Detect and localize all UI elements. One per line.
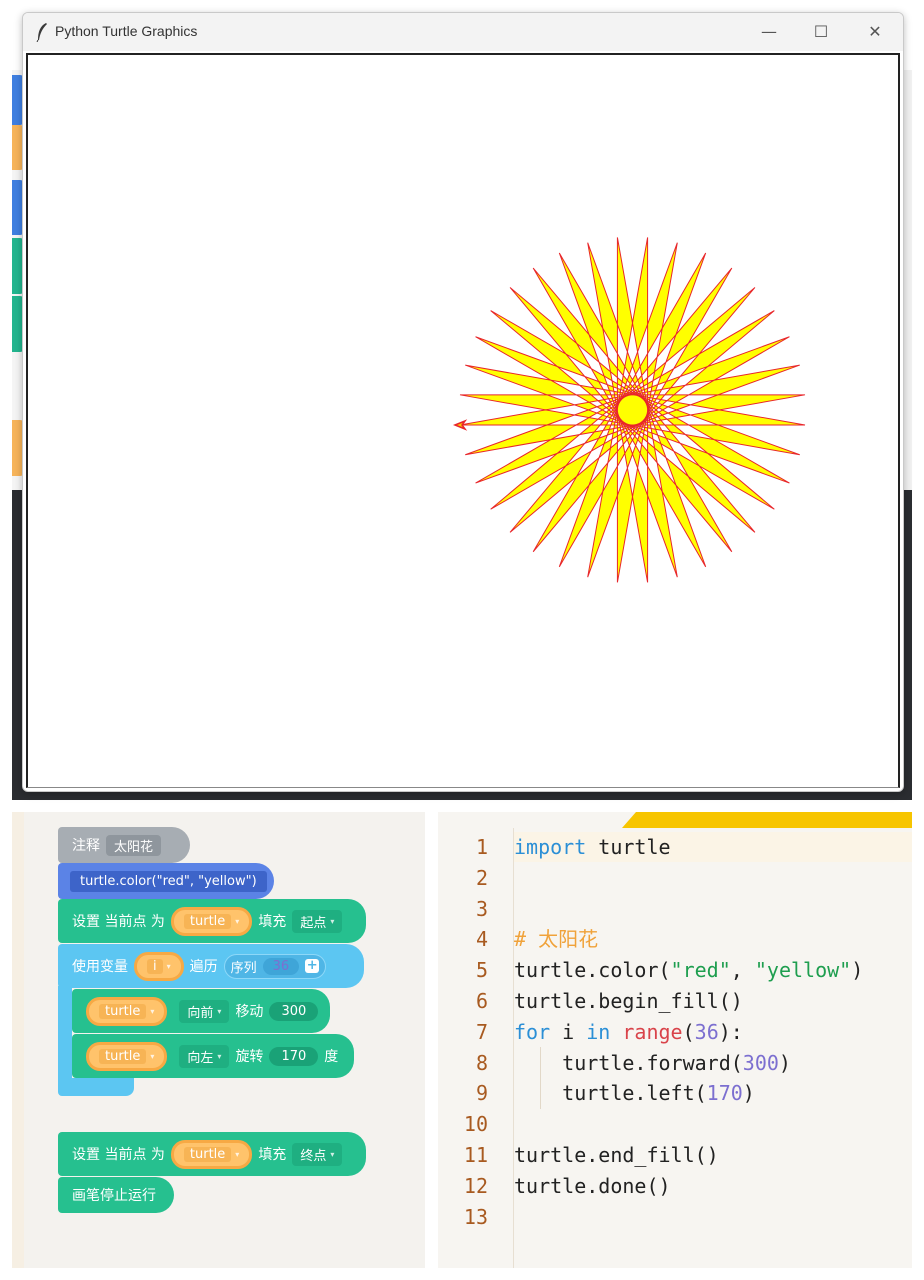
code-line[interactable]: 12 turtle.done() — [438, 1171, 912, 1202]
line-number: 12 — [463, 1173, 488, 1198]
feather-icon — [36, 23, 47, 42]
code-line[interactable]: 11 turtle.end_fill() — [438, 1140, 912, 1171]
stop-pen-label: 画笔停止运行 — [72, 1188, 156, 1204]
line-number: 11 — [463, 1143, 488, 1167]
code-text: turtle.color("red", "yellow") — [514, 958, 864, 983]
set-point-label: 设置 当前点 为 — [72, 914, 165, 930]
sunflower-drawing — [452, 237, 806, 583]
loop-block-foot — [58, 1078, 134, 1096]
stop-pen-block[interactable]: 画笔停止运行 — [58, 1177, 174, 1213]
minimize-icon[interactable]: — — [757, 21, 781, 43]
angle-input[interactable]: 170 — [269, 1046, 319, 1066]
code-line-block[interactable]: turtle.color("red", "yellow") — [58, 863, 274, 899]
turtle-object-dropdown[interactable]: turtle ▾ — [170, 906, 253, 936]
code-text: for i in range(36): — [514, 1019, 743, 1044]
direction-dropdown[interactable]: 向左 ▾ — [179, 1044, 230, 1068]
chevron-down-icon: ▾ — [217, 1051, 222, 1061]
turtle-canvas[interactable] — [26, 53, 900, 788]
line-number: 3 — [475, 896, 488, 921]
code-line[interactable]: 3 — [438, 894, 912, 925]
line-number: 2 — [475, 865, 488, 890]
code-line[interactable]: 2 — [438, 863, 912, 894]
code-text: turtle.end_fill() — [514, 1143, 719, 1167]
line-number: 4 — [475, 927, 488, 952]
code-line[interactable]: 9 turtle.left(170) — [438, 1078, 912, 1109]
maximize-icon[interactable]: ☐ — [809, 21, 833, 43]
fill-point-dropdown[interactable]: 起点 ▾ — [292, 909, 343, 933]
code-text: import turtle — [514, 835, 671, 859]
line-number: 9 — [475, 1081, 488, 1106]
chevron-down-icon: ▾ — [166, 961, 171, 971]
fill-point-dropdown[interactable]: 终点 ▾ — [292, 1142, 343, 1166]
iterate-label: 遍历 — [189, 959, 218, 975]
degree-label: 度 — [324, 1049, 339, 1065]
rotate-label: 旋转 — [235, 1049, 264, 1065]
comment-label: 注释 — [72, 838, 100, 854]
code-line[interactable]: 13 — [438, 1202, 912, 1233]
code-line[interactable]: 7 for i in range(36): — [438, 1017, 912, 1048]
move-label: 移动 — [235, 1004, 264, 1020]
editor-tab-bar — [438, 812, 912, 828]
line-number: 10 — [463, 1112, 488, 1137]
line-number: 13 — [463, 1204, 488, 1229]
set-fill-end-block[interactable]: 设置 当前点 为 turtle ▾ 填充 终点 ▾ — [58, 1132, 366, 1176]
code-line[interactable]: 4 # 太阳花 — [438, 924, 912, 955]
chevron-down-icon: ▾ — [235, 916, 240, 926]
code-line[interactable]: 1 import turtle — [438, 832, 912, 863]
code-text: # 太阳花 — [514, 927, 599, 952]
line-number: 5 — [475, 958, 488, 983]
loop-variable-dropdown[interactable]: i ▾ — [134, 951, 184, 981]
set-fill-start-block[interactable]: 设置 当前点 为 turtle ▾ 填充 起点 ▾ — [58, 899, 366, 943]
turtle-object-dropdown[interactable]: turtle ▾ — [86, 996, 168, 1026]
direction-dropdown[interactable]: 向前 ▾ — [179, 999, 230, 1023]
turtle-graphics-window[interactable]: Python Turtle Graphics — ☐ ✕ — [22, 12, 904, 792]
loop-variable-label: 使用变量 — [72, 959, 128, 975]
blocks-editor-panel[interactable]: 注释 太阳花 turtle.color("red", "yellow") 设置 … — [12, 812, 425, 1268]
plus-icon[interactable]: + — [305, 959, 320, 973]
line-number: 7 — [475, 1019, 488, 1044]
code-line-value[interactable]: turtle.color("red", "yellow") — [70, 870, 267, 892]
turtle-object-dropdown[interactable]: turtle ▾ — [170, 1139, 253, 1169]
loop-block-arm — [58, 986, 72, 1084]
chevron-down-icon: ▾ — [330, 1149, 335, 1159]
for-loop-block[interactable]: 使用变量 i ▾ 遍历 序列 36 + — [58, 944, 364, 988]
chevron-down-icon: ▾ — [150, 1006, 155, 1016]
chevron-down-icon: ▾ — [150, 1051, 155, 1061]
sunflower-star-path — [459, 237, 806, 583]
fill-label: 填充 — [258, 914, 287, 930]
fill-label: 填充 — [258, 1147, 287, 1163]
chevron-down-icon: ▾ — [330, 916, 335, 926]
window-title: Python Turtle Graphics — [55, 23, 198, 39]
close-icon[interactable]: ✕ — [863, 21, 887, 43]
line-number: 8 — [475, 1050, 488, 1075]
code-text: turtle.begin_fill() — [514, 989, 743, 1013]
code-line[interactable]: 5 turtle.color("red", "yellow") — [438, 955, 912, 986]
comment-value[interactable]: 太阳花 — [106, 834, 162, 856]
comment-block[interactable]: 注释 太阳花 — [58, 827, 190, 863]
code-line[interactable]: 8 turtle.forward(300) — [438, 1048, 912, 1079]
chevron-down-icon: ▾ — [235, 1149, 240, 1159]
line-number: 1 — [475, 835, 488, 859]
window-titlebar[interactable]: Python Turtle Graphics — ☐ ✕ — [23, 13, 903, 51]
move-forward-block[interactable]: turtle ▾ 向前 ▾ 移动 300 — [72, 989, 330, 1033]
chevron-down-icon: ▾ — [217, 1006, 222, 1016]
sequence-input[interactable]: 序列 36 + — [223, 953, 327, 979]
code-text: turtle.forward(300) — [514, 1050, 791, 1075]
code-editor-panel[interactable]: 1 import turtle 2 3 4 # 太阳花 5 turtle.color("red… — [438, 812, 912, 1268]
turn-left-block[interactable]: turtle ▾ 向左 ▾ 旋转 170 度 — [72, 1034, 354, 1078]
desktop-area: Python Turtle Graphics — ☐ ✕ — [0, 0, 924, 805]
set-point-label: 设置 当前点 为 — [72, 1147, 165, 1163]
code-text: turtle.done() — [514, 1173, 671, 1198]
line-number: 6 — [475, 989, 488, 1013]
code-line[interactable]: 6 turtle.begin_fill() — [438, 986, 912, 1017]
code-text: turtle.left(170) — [514, 1081, 755, 1106]
distance-input[interactable]: 300 — [269, 1001, 319, 1021]
turtle-object-dropdown[interactable]: turtle ▾ — [86, 1041, 168, 1071]
code-line[interactable]: 10 — [438, 1109, 912, 1140]
